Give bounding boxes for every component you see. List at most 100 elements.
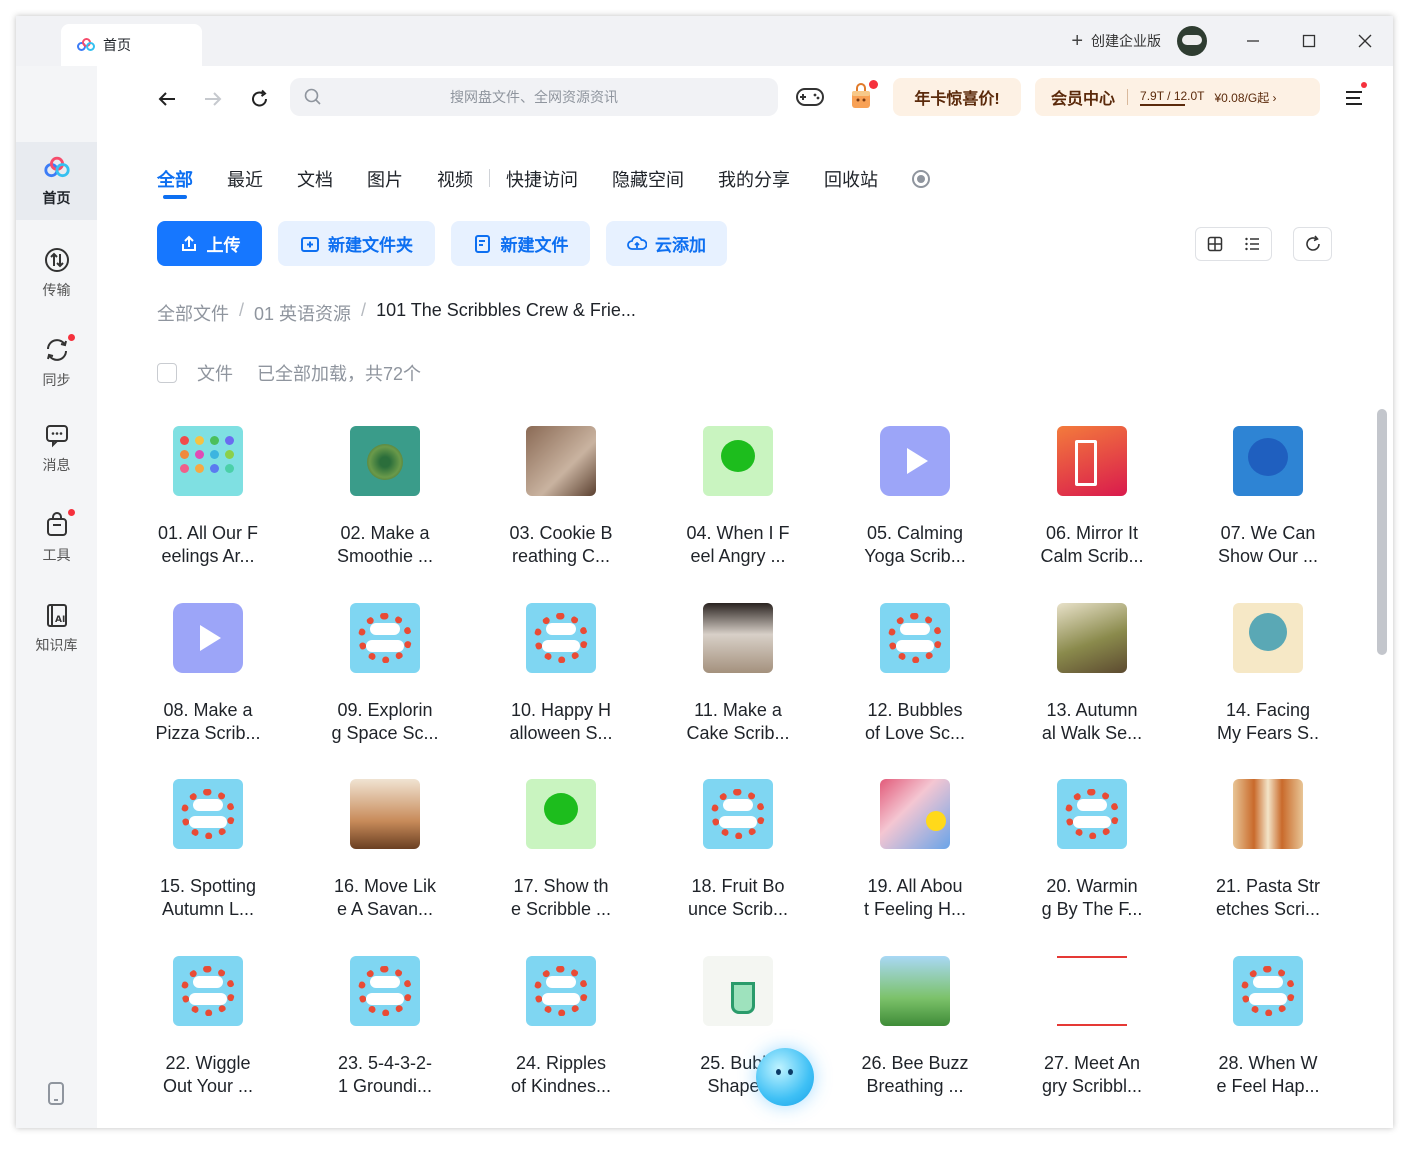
avatar[interactable]	[1177, 26, 1207, 56]
file-thumbnail	[703, 603, 773, 673]
file-item[interactable]: 17. Show th e Scribble ...	[489, 769, 633, 939]
create-enterprise-button[interactable]: + 创建企业版	[1071, 31, 1161, 51]
file-item[interactable]: 20. Warmin g By The F...	[1020, 769, 1164, 939]
sidebar-item-knowledge-base[interactable]: AI 知识库	[16, 589, 97, 667]
file-item[interactable]: 23. 5-4-3-2- 1 Groundi...	[313, 946, 457, 1116]
file-item[interactable]: 18. Fruit Bo unce Scrib...	[666, 769, 810, 939]
file-item[interactable]: 08. Make a Pizza Scrib...	[136, 593, 280, 763]
file-item[interactable]: 12. Bubbles of Love Sc...	[843, 593, 987, 763]
file-item[interactable]: 07. We Can Show Our ...	[1196, 416, 1340, 586]
file-name: 19. All Abou t Feeling H...	[843, 875, 987, 921]
file-item[interactable]: 03. Cookie B reathing C...	[489, 416, 633, 586]
tab-recent[interactable]: 最近	[227, 166, 263, 192]
file-name-line2: Autumn L...	[161, 899, 255, 919]
file-item[interactable]: 21. Pasta Str etches Scri...	[1196, 769, 1340, 939]
select-all-checkbox[interactable]	[157, 363, 177, 383]
gift-button[interactable]	[844, 80, 878, 114]
new-file-button[interactable]: 新建文件	[451, 221, 590, 266]
maximize-button[interactable]	[1281, 16, 1337, 66]
list-view-button[interactable]	[1234, 228, 1272, 260]
file-item[interactable]: 14. Facing My Fears S..	[1196, 593, 1340, 763]
file-item[interactable]: 02. Make a Smoothie ...	[313, 416, 457, 586]
file-item[interactable]: 13. Autumn al Walk Se...	[1020, 593, 1164, 763]
file-thumbnail	[1057, 603, 1127, 673]
file-item[interactable]: 15. Spotting Autumn L...	[136, 769, 280, 939]
sidebar-item-transfer[interactable]: 传输	[16, 234, 97, 312]
sidebar-item-home[interactable]: 首页	[16, 142, 97, 220]
mobile-device-icon[interactable]	[46, 1082, 66, 1106]
file-name-line2: al Walk Se...	[1041, 723, 1143, 743]
file-item[interactable]: 16. Move Lik e A Savan...	[313, 769, 457, 939]
view-toggle	[1195, 227, 1272, 261]
close-button[interactable]	[1337, 16, 1393, 66]
new-folder-button[interactable]: 新建文件夹	[278, 221, 435, 266]
tab-quick-access[interactable]: 快捷访问	[506, 166, 578, 192]
refresh-icon	[1305, 235, 1320, 251]
file-thumbnail	[526, 603, 596, 673]
tools-icon	[43, 509, 75, 539]
tab-settings-icon[interactable]	[912, 170, 930, 188]
file-item[interactable]: 24. Ripples of Kindnes...	[489, 946, 633, 1116]
file-thumbnail	[350, 956, 420, 1026]
file-item[interactable]: 05. Calming Yoga Scrib...	[843, 416, 987, 586]
tab-home[interactable]: 首页	[61, 24, 202, 66]
search-input[interactable]: 搜网盘文件、全网资源资讯	[290, 78, 778, 116]
breadcrumb: 全部文件 / 01 英语资源 / 101 The Scribbles Crew …	[157, 300, 636, 326]
refresh-button[interactable]	[1293, 227, 1332, 261]
game-button[interactable]	[793, 80, 827, 114]
file-item[interactable]: 28. When W e Feel Hap...	[1196, 946, 1340, 1116]
vertical-scrollbar[interactable]	[1377, 409, 1387, 655]
file-item[interactable]: 27. Meet An gry Scribbl...	[1020, 946, 1164, 1116]
file-item[interactable]: 22. Wiggle Out Your ...	[136, 946, 280, 1116]
file-item[interactable]: 01. All Our F eelings Ar...	[136, 416, 280, 586]
file-item[interactable]: 09. Explorin g Space Sc...	[313, 593, 457, 763]
tab-videos[interactable]: 视频	[437, 166, 473, 192]
sidebar-item-messages[interactable]: 消息	[16, 409, 97, 487]
main-menu-button[interactable]	[1342, 82, 1368, 112]
ai-assistant-button[interactable]	[756, 1048, 814, 1106]
file-item[interactable]: 10. Happy H alloween S...	[489, 593, 633, 763]
vip-center-button[interactable]: 会员中心 7.9T / 12.0T ¥0.08/G起 ›	[1035, 78, 1320, 116]
file-thumbnail	[350, 603, 420, 673]
sidebar: 首页 传输 同步 消息 工具 AI 知识库	[16, 66, 97, 1128]
back-button[interactable]	[152, 84, 182, 114]
file-item[interactable]: 04. When I F eel Angry ...	[666, 416, 810, 586]
file-name-line2: Pizza Scrib...	[155, 723, 261, 743]
file-name: 23. 5-4-3-2- 1 Groundi...	[313, 1052, 457, 1098]
file-item[interactable]: 26. Bee Buzz Breathing ...	[843, 946, 987, 1116]
tab-images[interactable]: 图片	[367, 166, 403, 192]
breadcrumb-root[interactable]: 全部文件	[157, 300, 229, 326]
file-name-line1: 16. Move Lik	[333, 876, 437, 896]
tab-documents[interactable]: 文档	[297, 166, 333, 192]
annual-promo-button[interactable]: 年卡惊喜价!	[893, 78, 1021, 116]
minimize-button[interactable]	[1225, 16, 1281, 66]
file-item[interactable]: 06. Mirror It Calm Scrib...	[1020, 416, 1164, 586]
upload-button[interactable]: 上传	[157, 221, 262, 266]
tab-my-shares[interactable]: 我的分享	[718, 166, 790, 192]
file-name: 13. Autumn al Walk Se...	[1020, 699, 1164, 745]
forward-button[interactable]	[198, 84, 228, 114]
cloud-add-button[interactable]: 云添加	[606, 221, 727, 266]
file-name-line2: Show Our ...	[1217, 546, 1319, 566]
breadcrumb-level1[interactable]: 01 英语资源	[254, 300, 351, 326]
tab-recycle-bin[interactable]: 回收站	[824, 166, 878, 192]
grid-view-button[interactable]	[1196, 228, 1234, 260]
tab-all[interactable]: 全部	[157, 166, 193, 199]
sidebar-item-tools[interactable]: 工具	[16, 499, 97, 577]
divider	[489, 169, 490, 187]
file-item[interactable]: 11. Make a Cake Scrib...	[666, 593, 810, 763]
tab-hidden-space[interactable]: 隐藏空间	[612, 166, 684, 192]
reload-button[interactable]	[245, 84, 275, 114]
file-name: 22. Wiggle Out Your ...	[136, 1052, 280, 1098]
upload-icon	[181, 235, 196, 251]
upload-label: 上传	[206, 236, 241, 255]
notification-dot	[67, 509, 75, 516]
file-thumbnail	[526, 956, 596, 1026]
new-file-label: 新建文件	[500, 236, 569, 255]
tab-label: 首页	[103, 37, 131, 53]
file-name-line1: 28. When W	[1218, 1053, 1318, 1073]
file-name-line2: eel Angry ...	[690, 546, 786, 566]
file-item[interactable]: 19. All Abou t Feeling H...	[843, 769, 987, 939]
sidebar-item-label: 工具	[42, 547, 71, 563]
sidebar-item-sync[interactable]: 同步	[16, 324, 97, 402]
